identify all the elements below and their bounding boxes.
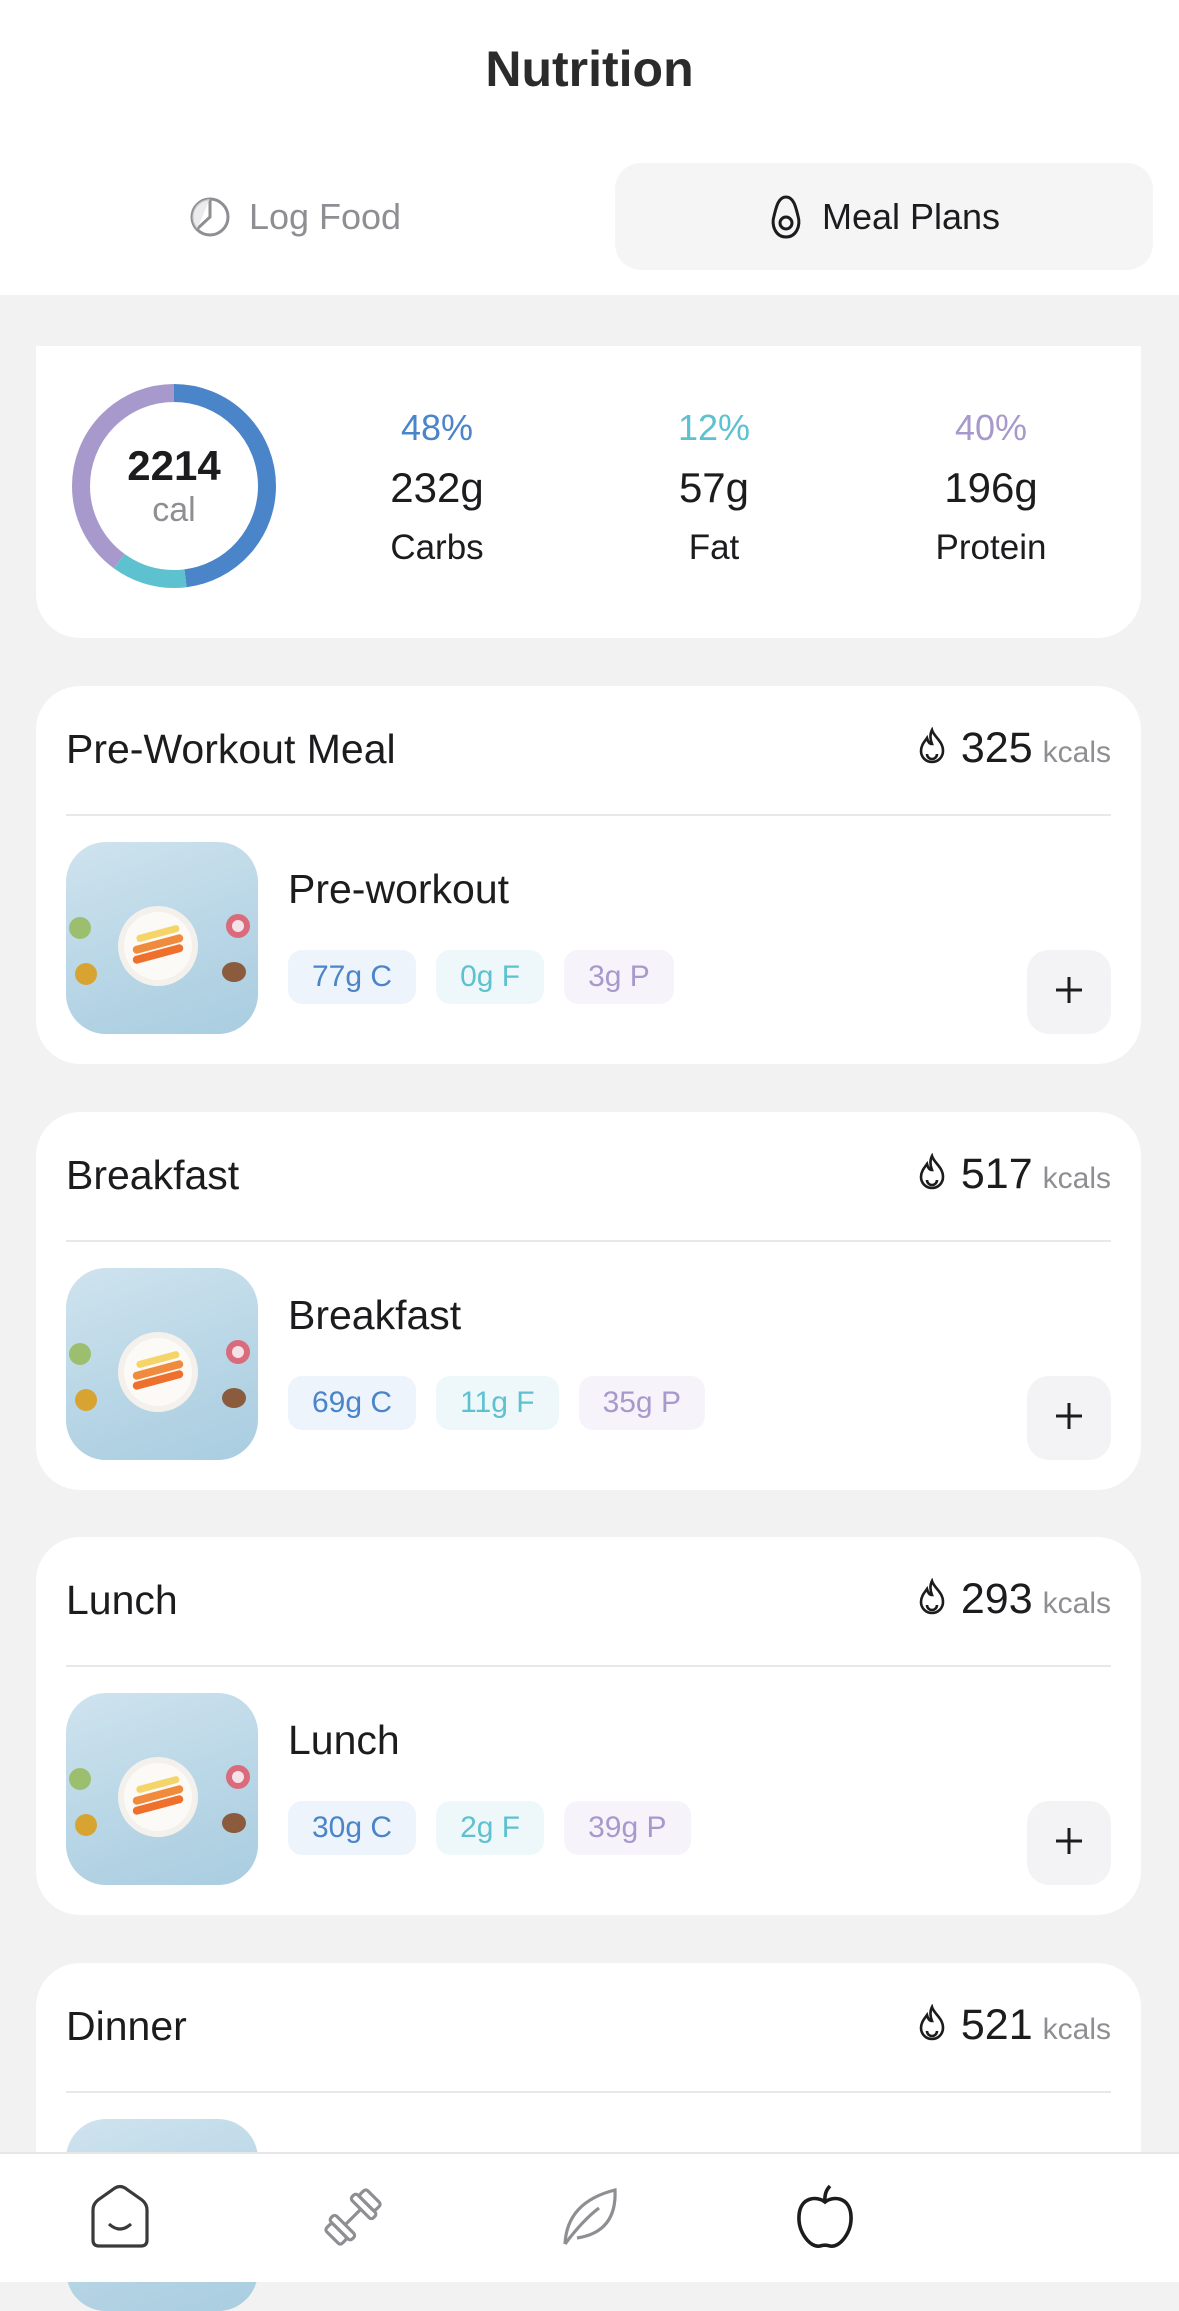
flame-icon — [917, 2003, 947, 2047]
meal-kcal: 521 kcals — [917, 2001, 1111, 2050]
bottom-tab-bar — [0, 2152, 1179, 2282]
calorie-ring: 2214 cal — [70, 382, 278, 590]
leaf-icon[interactable] — [555, 2182, 625, 2252]
meal-kcal: 517 kcals — [917, 1150, 1111, 1199]
macro-fat-percent: 12% — [677, 407, 751, 448]
food-plate-image — [69, 1757, 250, 1837]
meal-divider — [66, 1665, 1111, 1667]
chip-carbs: 69g C — [288, 1376, 417, 1430]
macro-carbs-label: Carbs — [390, 528, 484, 567]
tab-meal-plans[interactable]: Meal Plans — [615, 163, 1153, 270]
page-title: Nutrition — [485, 41, 694, 97]
macro-fat-label: Fat — [688, 528, 740, 567]
meal-kcal-value: 517 — [960, 1150, 1033, 1198]
add-meal-button[interactable] — [1027, 1376, 1111, 1460]
macro-chips: 77g C 0g F 3g P — [288, 950, 674, 1004]
chip-fat: 2g F — [436, 1801, 545, 1855]
meal-kcal: 325 kcals — [917, 724, 1111, 773]
flame-icon — [917, 1577, 947, 1621]
chip-carbs: 77g C — [288, 950, 417, 1004]
chip-fat: 11g F — [436, 1376, 559, 1430]
meal-divider — [66, 1240, 1111, 1242]
macro-carbs: 48% 232g Carbs — [337, 406, 537, 570]
dumbbell-icon[interactable] — [318, 2182, 388, 2252]
meal-title: Breakfast — [66, 1152, 240, 1198]
meal-kcal-value: 521 — [960, 2001, 1033, 2049]
tab-meal-plans-label: Meal Plans — [821, 195, 1001, 237]
meal-divider — [66, 2091, 1111, 2093]
macro-protein-grams: 196g — [944, 464, 1038, 511]
macro-carbs-percent: 48% — [400, 407, 474, 448]
meal-card: Pre-Workout Meal 325 kcals Pre-workout 7… — [36, 686, 1141, 1064]
meal-thumbnail[interactable] — [66, 842, 258, 1034]
macro-summary-card: 2214 cal 48% 232g Carbs 12% 57g Fat 40% … — [36, 346, 1141, 638]
meal-title: Lunch — [66, 1577, 178, 1623]
macro-carbs-grams: 232g — [390, 464, 484, 511]
meal-title: Pre-Workout Meal — [66, 726, 396, 772]
add-meal-button[interactable] — [1027, 1801, 1111, 1885]
plus-icon — [1052, 973, 1086, 1012]
tab-log-food-label: Log Food — [248, 195, 402, 237]
meal-divider — [66, 814, 1111, 816]
chip-fat: 0g F — [436, 950, 545, 1004]
meal-kcal-unit: kcals — [1042, 1587, 1111, 1620]
macro-protein-percent: 40% — [954, 407, 1028, 448]
meal-card: Lunch 293 kcals Lunch 30g C 2g F 39g P — [36, 1537, 1141, 1915]
add-meal-button[interactable] — [1027, 950, 1111, 1034]
calories-value: 2214 — [127, 442, 221, 489]
chip-carbs: 30g C — [288, 1801, 417, 1855]
meal-title: Dinner — [66, 2003, 187, 2049]
flame-icon — [917, 1152, 947, 1196]
chip-protein: 3g P — [564, 950, 674, 1004]
meal-kcal: 293 kcals — [917, 1575, 1111, 1624]
macro-protein: 40% 196g Protein — [891, 406, 1091, 570]
meal-item-name[interactable]: Pre-workout — [288, 866, 509, 913]
chip-protein: 39g P — [564, 1801, 691, 1855]
macro-protein-label: Protein — [935, 528, 1047, 567]
meal-thumbnail[interactable] — [66, 1693, 258, 1885]
apple-icon[interactable] — [790, 2182, 860, 2252]
plus-icon — [1052, 1824, 1086, 1863]
calories-unit: cal — [152, 491, 196, 529]
food-plate-image — [69, 906, 250, 986]
meal-thumbnail[interactable] — [66, 1268, 258, 1460]
macro-chips: 30g C 2g F 39g P — [288, 1801, 691, 1855]
meal-kcal-value: 293 — [960, 1575, 1033, 1623]
tab-log-food[interactable]: Log Food — [30, 163, 560, 270]
meal-kcal-unit: kcals — [1042, 1162, 1111, 1195]
macro-fat: 12% 57g Fat — [614, 406, 814, 570]
meal-card: Breakfast 517 kcals Breakfast 69g C 11g … — [36, 1112, 1141, 1490]
pie-chart-icon — [189, 196, 231, 238]
chip-protein: 35g P — [578, 1376, 705, 1430]
plus-icon — [1052, 1399, 1086, 1438]
flame-icon — [917, 726, 947, 770]
header: Nutrition Log Food Meal Plans — [0, 0, 1179, 295]
home-icon[interactable] — [85, 2182, 155, 2252]
meal-kcal-value: 325 — [960, 724, 1033, 772]
meal-item-name[interactable]: Breakfast — [288, 1292, 461, 1339]
macro-fat-grams: 57g — [678, 464, 750, 511]
food-plate-image — [69, 1332, 250, 1412]
macro-chips: 69g C 11g F 35g P — [288, 1376, 705, 1430]
meal-kcal-unit: kcals — [1042, 2013, 1111, 2046]
meal-kcal-unit: kcals — [1042, 736, 1111, 769]
avocado-icon — [768, 194, 804, 240]
meal-item-name[interactable]: Lunch — [288, 1717, 400, 1764]
